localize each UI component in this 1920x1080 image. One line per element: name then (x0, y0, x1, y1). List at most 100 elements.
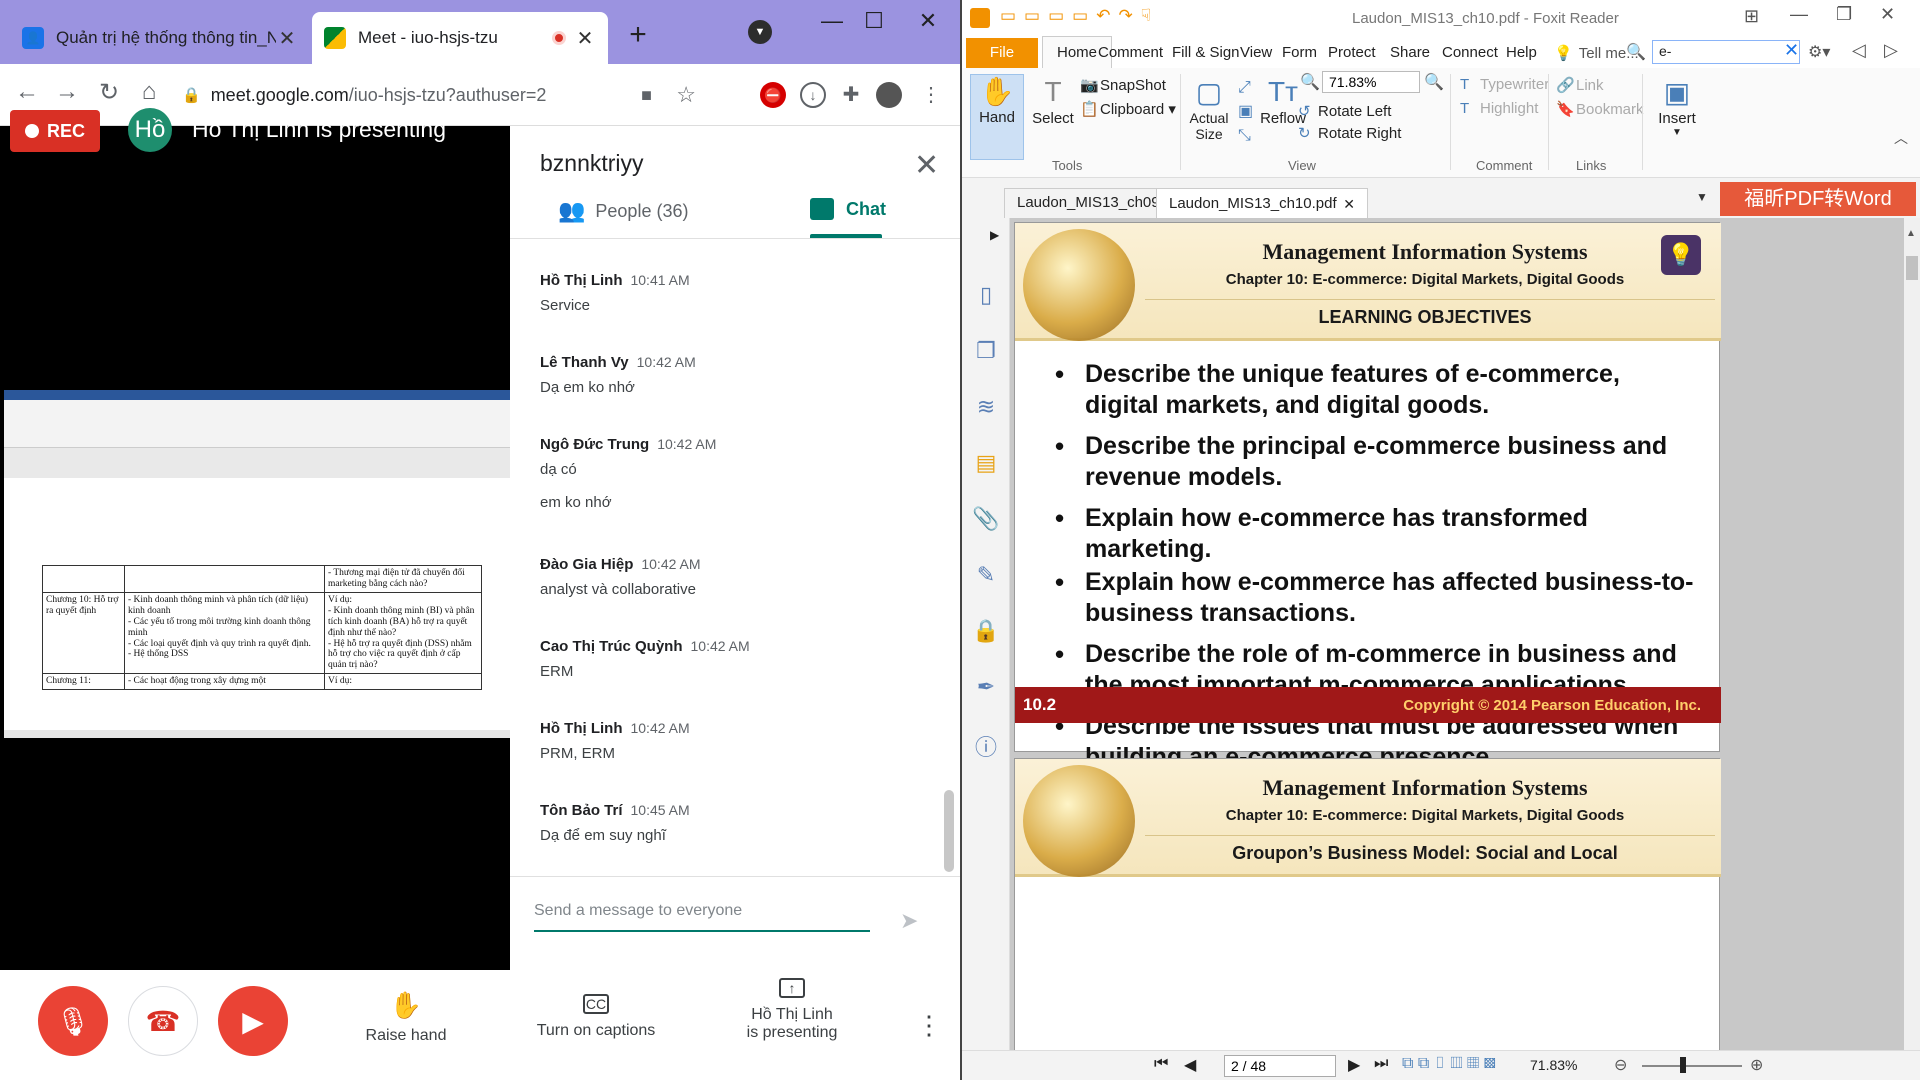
close-tab-icon[interactable]: ✕ (276, 26, 298, 51)
insert-button[interactable]: ▣ Insert ▼ (1650, 76, 1704, 138)
close-window-icon[interactable]: ✕ (906, 8, 950, 34)
actual-size-button[interactable]: ▢ Actual Size (1186, 76, 1232, 142)
menu-connect[interactable]: Connect (1442, 44, 1498, 61)
settings-gear-icon[interactable]: ⚙▾ (1808, 42, 1830, 62)
rotate-left-button[interactable]: ↺ Rotate Left (1298, 102, 1391, 120)
menu-file[interactable]: File (966, 38, 1038, 68)
presenting-button[interactable]: ↑ Hồ Thị Linh is presenting (722, 978, 862, 1042)
zoom-in-icon[interactable]: 🔍 (1424, 72, 1444, 92)
menu-protect[interactable]: Protect (1328, 44, 1376, 61)
raise-hand-button[interactable]: ✋ Raise hand (356, 990, 456, 1045)
chat-message-input[interactable]: Send a message to everyone (534, 902, 870, 932)
reload-icon[interactable]: ↻ (92, 78, 126, 107)
typewriter-button[interactable]: T Typewriter (1460, 76, 1549, 93)
menu-form[interactable]: Form (1282, 44, 1317, 61)
home-icon[interactable]: ⌂ (132, 78, 166, 106)
highlight-button[interactable]: T Highlight (1460, 100, 1538, 117)
close-tab-icon[interactable]: ✕ (574, 26, 596, 51)
profile-avatar[interactable] (876, 82, 902, 108)
prev-page-icon[interactable]: ◀ (1184, 1055, 1196, 1075)
chat-scrollbar[interactable] (944, 790, 954, 872)
menu-help[interactable]: Help (1506, 44, 1537, 61)
bookmark-button[interactable]: 🔖Bookmark (1556, 100, 1644, 118)
more-options-icon[interactable]: ⋮ (916, 1010, 942, 1041)
send-icon[interactable]: ➤ (900, 908, 918, 934)
zoom-select[interactable]: 71.83% (1322, 71, 1420, 93)
lightbulb-icon[interactable]: 💡 (1661, 235, 1701, 275)
quick-access-toolbar[interactable]: ▭▭▭▭↶↷☟ (1000, 6, 1159, 26)
zoom-in-icon[interactable]: ⊕ (1750, 1055, 1763, 1075)
close-tab-icon[interactable]: ✕ (1343, 190, 1355, 218)
close-window-icon[interactable]: ✕ (1880, 4, 1895, 25)
info-icon[interactable]: ⓘ (972, 730, 1000, 760)
mic-off-button[interactable]: 🎙 (38, 986, 108, 1056)
zoom-slider-knob[interactable] (1680, 1057, 1686, 1073)
doc-tab-ch10[interactable]: Laudon_MIS13_ch10.pdf ✕ (1156, 188, 1368, 218)
last-page-icon[interactable]: ⏭ (1374, 1055, 1388, 1073)
page-view-icons[interactable]: ⧉ ⧉ ▯ ▥ ▦ ▩ (1402, 1055, 1496, 1073)
menu-comment[interactable]: Comment (1098, 44, 1163, 61)
menu-view[interactable]: View (1240, 44, 1272, 61)
chrome-menu-icon[interactable]: ⋮ (918, 82, 944, 108)
tab-class-group[interactable]: 👤 Quản trị hệ thống thông tin_N1T ✕ (10, 12, 310, 64)
vertical-scrollbar[interactable]: ▲ (1904, 218, 1920, 1050)
first-page-icon[interactable]: ⏮ (1154, 1055, 1168, 1073)
tab-search-icon[interactable]: ▼ (748, 20, 772, 44)
comments-icon[interactable]: ▤ (972, 450, 1000, 478)
security-lock-icon[interactable]: 🔒 (972, 618, 1000, 646)
fit-page-icons[interactable]: ⤢ ▣ ⤡ (1238, 76, 1253, 148)
rotate-right-button[interactable]: ↻ Rotate Right (1298, 124, 1401, 142)
clipboard-button[interactable]: 📋Clipboard ▾ (1080, 100, 1176, 118)
maximize-icon[interactable]: ☐ (852, 8, 896, 34)
tab-list-icon[interactable]: ▼ (1696, 190, 1708, 204)
zoom-out-icon[interactable]: 🔍 (1300, 72, 1320, 92)
tab-chat[interactable]: Chat (810, 198, 886, 220)
pages-icon[interactable]: ❐ (972, 338, 1000, 366)
restore-icon[interactable]: ❐ (1836, 4, 1852, 25)
leave-call-button[interactable]: ☎ (128, 986, 198, 1056)
scroll-up-icon[interactable]: ▲ (1906, 228, 1916, 239)
snapshot-button[interactable]: 📷SnapShot (1080, 76, 1166, 94)
bookmark-star-icon[interactable]: ☆ (676, 82, 696, 108)
extensions-icon[interactable]: ✚ (838, 82, 864, 108)
back-icon[interactable]: ← (10, 78, 44, 106)
layout-icon[interactable]: ⊞ (1744, 6, 1759, 27)
download-extension-icon[interactable]: ↓ (800, 82, 826, 108)
link-button[interactable]: 🔗Link (1556, 76, 1604, 94)
tab-strip: 👤 Quản trị hệ thống thông tin_N1T ✕ Meet… (0, 0, 960, 64)
collapse-ribbon-icon[interactable]: ︿ (1894, 128, 1908, 148)
layers-icon[interactable]: ≋ (972, 394, 1000, 422)
next-result-icon[interactable]: ▷ (1884, 40, 1898, 61)
pdf-to-word-banner[interactable]: 福昕PDF转Word (1720, 182, 1916, 216)
signature-icon[interactable]: ✎ (972, 562, 1000, 590)
camera-off-button[interactable]: ▶ (218, 986, 288, 1056)
prev-result-icon[interactable]: ◁ (1852, 40, 1866, 61)
tab-people[interactable]: 👥 People (36) (558, 198, 688, 224)
new-tab-button[interactable]: + (618, 18, 658, 52)
scroll-thumb[interactable] (1906, 256, 1918, 280)
hand-tool-button[interactable]: ✋ Hand (970, 74, 1024, 160)
zoom-slider[interactable] (1642, 1065, 1742, 1067)
menu-share[interactable]: Share (1390, 44, 1430, 61)
page-thumbnail-icon[interactable]: ▯ (972, 282, 1000, 310)
select-tool-button[interactable]: T Select (1028, 76, 1078, 127)
zoom-out-icon[interactable]: ⊖ (1614, 1055, 1627, 1075)
menu-fill-sign[interactable]: Fill & Sign (1172, 44, 1240, 61)
minimize-icon[interactable]: — (810, 8, 854, 34)
tab-meet[interactable]: Meet - iuo-hsjs-tzu ✕ (312, 12, 608, 64)
clear-search-icon[interactable]: ✕ (1784, 40, 1799, 61)
adblock-extension-icon[interactable]: ⛔ (760, 82, 786, 108)
next-page-icon[interactable]: ▶ (1348, 1055, 1360, 1075)
url-field[interactable]: 🔒 meet.google.com/iuo-hsjs-tzu?authuser=… (182, 74, 712, 116)
status-zoom[interactable]: 71.83% (1530, 1057, 1577, 1073)
close-panel-icon[interactable]: ✕ (914, 148, 939, 183)
forward-icon[interactable]: → (50, 78, 84, 106)
search-pen-icon[interactable]: ✒ (972, 674, 1000, 702)
camera-icon[interactable]: ■ (641, 85, 652, 106)
page-number-input[interactable]: 2 / 48 (1224, 1055, 1336, 1077)
minimize-icon[interactable]: — (1790, 4, 1808, 25)
attachment-icon[interactable]: 📎 (972, 506, 1000, 534)
expand-pane-icon[interactable]: ▶ (990, 228, 999, 242)
find-input[interactable]: e- (1652, 40, 1800, 64)
captions-button[interactable]: CC Turn on captions (522, 990, 670, 1040)
